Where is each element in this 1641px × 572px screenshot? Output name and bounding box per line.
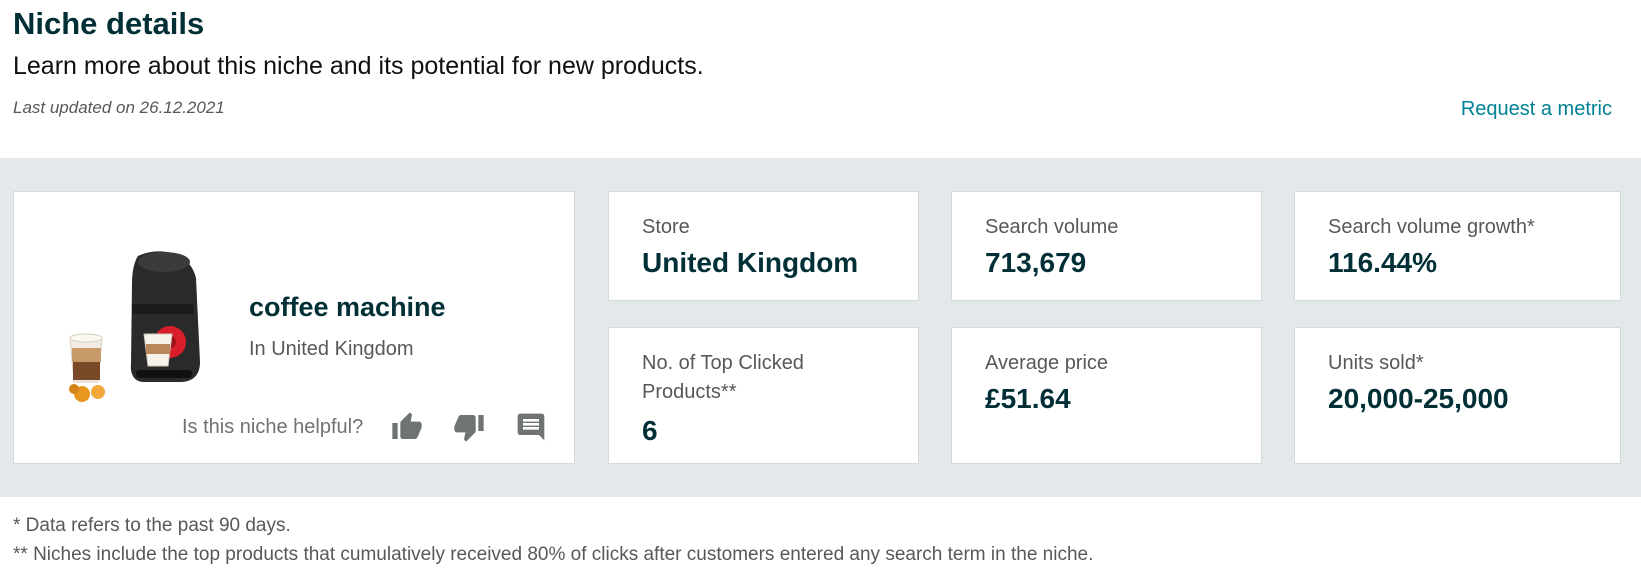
metric-value: 713,679 <box>985 247 1087 278</box>
coffee-machine-product-image <box>69 251 200 402</box>
metric-value: 6 <box>642 415 658 446</box>
metric-card-search-volume: Search volume 713,679 <box>951 191 1262 301</box>
thumbs-up-icon[interactable] <box>389 410 425 444</box>
metric-label: Search volume <box>985 216 1119 238</box>
helpful-question: Is this niche helpful? <box>182 415 364 438</box>
metric-label: Search volume growth* <box>1328 216 1535 238</box>
thumbs-down-icon[interactable] <box>451 410 487 444</box>
niche-location: In United Kingdom <box>249 338 414 360</box>
metric-label: Average price <box>985 352 1109 374</box>
metric-card-store: Store United Kingdom <box>608 191 919 301</box>
comment-icon[interactable] <box>513 410 549 444</box>
metric-label: Store <box>642 216 690 238</box>
niche-card: coffee machine In United Kingdom Is this… <box>13 191 575 464</box>
niche-name: coffee machine <box>249 292 446 322</box>
last-updated-text: Last updated on 26.12.2021 <box>13 98 225 117</box>
metric-card-top-clicked-products: No. of Top Clicked Products** 6 <box>608 327 919 464</box>
page-subtitle: Learn more about this niche and its pote… <box>13 52 704 80</box>
metric-card-units-sold: Units sold* 20,000-25,000 <box>1294 327 1621 464</box>
metric-value: 116.44% <box>1328 247 1437 278</box>
metric-card-average-price: Average price £51.64 <box>951 327 1262 464</box>
footnote-niches-definition: ** Niches include the top products that … <box>13 544 1094 565</box>
metric-value: £51.64 <box>985 383 1071 414</box>
metric-card-search-volume-growth: Search volume growth* 116.44% <box>1294 191 1621 301</box>
metric-value: United Kingdom <box>642 247 859 278</box>
helpful-feedback-row: Is this niche helpful? <box>182 410 549 444</box>
footnote-90-days: * Data refers to the past 90 days. <box>13 515 291 536</box>
metric-label: No. of Top Clicked Products** <box>642 352 804 403</box>
page-title: Niche details <box>13 6 205 41</box>
request-metric-link[interactable]: Request a metric <box>1461 98 1612 121</box>
metric-label: Units sold* <box>1328 352 1424 374</box>
metric-value: 20,000-25,000 <box>1328 383 1509 414</box>
